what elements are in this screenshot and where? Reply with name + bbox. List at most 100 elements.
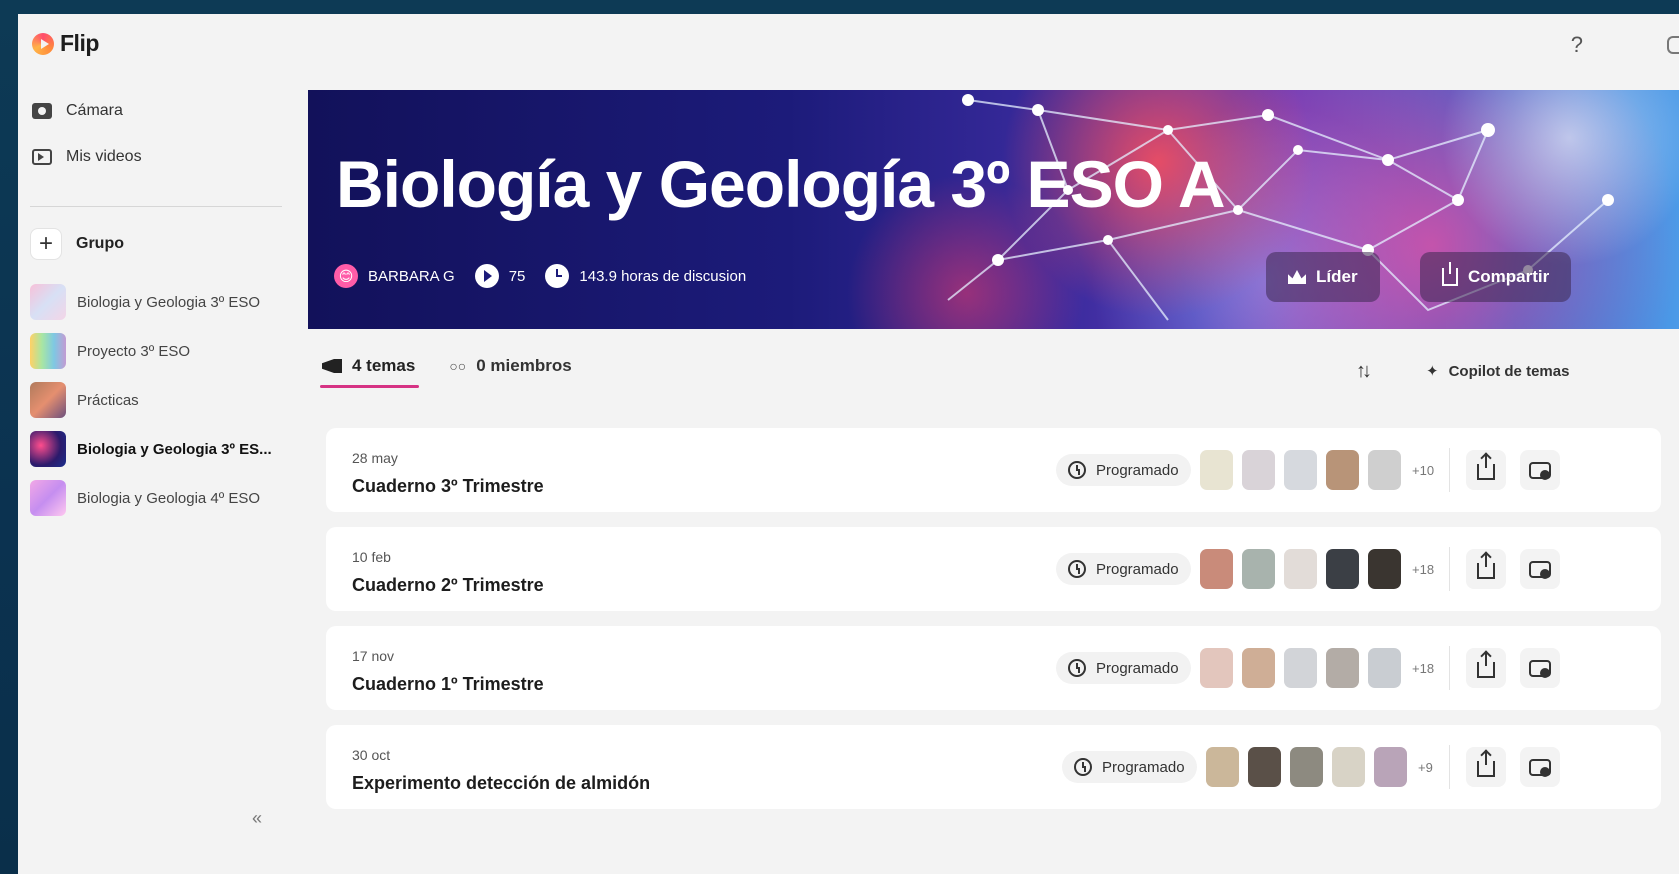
video-thumbnail[interactable] <box>1368 450 1401 490</box>
video-thumbnail[interactable] <box>1368 549 1401 589</box>
sort-button[interactable]: ↑↓ <box>1356 360 1372 383</box>
divider <box>1449 646 1450 690</box>
tab-members[interactable]: ○○ 0 miembros <box>449 356 571 386</box>
plus-icon: + <box>30 228 62 260</box>
video-thumbnail[interactable] <box>1200 450 1233 490</box>
record-video-button[interactable] <box>1520 747 1560 787</box>
status-label: Programado <box>1096 461 1179 479</box>
record-video-button[interactable] <box>1520 549 1560 589</box>
people-icon: ○○ <box>449 358 467 374</box>
topic-card[interactable]: 28 may Cuaderno 3º Trimestre Programado … <box>326 428 1661 512</box>
status-badge: Programado <box>1062 751 1197 783</box>
divider <box>1449 745 1450 789</box>
group-thumbnail <box>30 431 66 467</box>
sidebar-item-label: Mis videos <box>66 148 142 165</box>
sidebar-item-my-videos[interactable]: Mis videos <box>32 148 142 166</box>
group-name: Prácticas <box>77 391 139 409</box>
owner-avatar-icon: 😊 <box>334 264 358 288</box>
status-badge: Programado <box>1056 652 1191 684</box>
group-thumbnail <box>30 333 66 369</box>
topic-card[interactable]: 10 feb Cuaderno 2º Trimestre Programado … <box>326 527 1661 611</box>
group-thumbnail <box>30 382 66 418</box>
sidebar-item-camera[interactable]: Cámara <box>32 102 123 120</box>
help-button[interactable]: ? <box>1571 32 1583 58</box>
tab-topics-label: 4 temas <box>352 356 416 375</box>
topic-title: Cuaderno 2º Trimestre <box>352 575 544 595</box>
megaphone-icon <box>322 359 342 373</box>
topic-date: 10 feb <box>352 549 391 565</box>
video-thumbnail[interactable] <box>1284 648 1317 688</box>
video-thumbnail[interactable] <box>1242 549 1275 589</box>
sidebar-group-item[interactable]: Biologia y Geologia 3º ESO <box>26 280 298 324</box>
share-topic-button[interactable] <box>1466 648 1506 688</box>
video-thumbnail[interactable] <box>1326 450 1359 490</box>
video-thumbnail[interactable] <box>1284 549 1317 589</box>
upload-icon <box>1477 455 1495 480</box>
discussion-hours-value: 143.9 horas de discusion <box>579 267 747 285</box>
copilot-label: Copilot de temas <box>1448 362 1570 380</box>
camera-plus-icon <box>1529 560 1551 579</box>
topic-title: Cuaderno 3º Trimestre <box>352 476 544 496</box>
video-thumbnail[interactable] <box>1332 747 1365 787</box>
video-thumbnail[interactable] <box>1206 747 1239 787</box>
upload-icon <box>1477 554 1495 579</box>
discussion-hours: 143.9 horas de discusion <box>545 264 746 288</box>
video-thumbnail[interactable] <box>1200 648 1233 688</box>
topic-card[interactable]: 30 oct Experimento detección de almidón … <box>326 725 1661 809</box>
topic-date: 28 may <box>352 450 398 466</box>
sidebar-group-item[interactable]: Prácticas <box>26 378 298 422</box>
video-thumbnail[interactable] <box>1242 648 1275 688</box>
tab-topics[interactable]: 4 temas <box>319 356 420 388</box>
topic-copilot-button[interactable]: ✦ Copilot de temas <box>1426 362 1570 381</box>
video-thumbnail[interactable] <box>1284 450 1317 490</box>
record-video-button[interactable] <box>1520 648 1560 688</box>
video-thumbnail[interactable] <box>1242 450 1275 490</box>
sidebar-group-item[interactable]: Proyecto 3º ESO <box>26 329 298 373</box>
record-video-button[interactable] <box>1520 450 1560 490</box>
share-topic-button[interactable] <box>1466 450 1506 490</box>
sidebar-divider <box>30 206 282 207</box>
status-label: Programado <box>1096 659 1179 677</box>
video-thumbnail[interactable] <box>1248 747 1281 787</box>
app-window: Flip ? Cámara Mis videos + Grupo Biologi… <box>18 14 1679 874</box>
owner-name: BARBARA G <box>368 267 455 285</box>
group-thumbnail <box>30 284 66 320</box>
flip-logo[interactable]: Flip <box>32 30 99 57</box>
add-group-button[interactable]: + Grupo <box>30 228 124 260</box>
video-thumbnail[interactable] <box>1200 549 1233 589</box>
video-thumbnail[interactable] <box>1326 648 1359 688</box>
notifications-icon[interactable] <box>1667 36 1679 54</box>
status-badge: Programado <box>1056 553 1191 585</box>
group-owner[interactable]: 😊 BARBARA G <box>334 264 455 288</box>
collapse-sidebar-button[interactable]: « <box>252 808 262 829</box>
share-button[interactable]: Compartir <box>1420 252 1572 302</box>
group-title: Biología y Geología 3º ESO A <box>336 147 1225 221</box>
divider <box>1449 547 1450 591</box>
sidebar-group-item[interactable]: Biologia y Geologia 4º ESO <box>26 476 298 520</box>
sidebar-group-item-active[interactable]: Biologia y Geologia 3º ES... <box>26 427 298 471</box>
topic-date: 17 nov <box>352 648 395 664</box>
group-name: Biologia y Geologia 4º ESO <box>77 489 261 507</box>
video-thumbnails: +10 <box>1200 450 1434 490</box>
sidebar: Cámara Mis videos + Grupo Biologia y Geo… <box>18 80 308 874</box>
clock-icon <box>1068 560 1086 578</box>
topic-title: Cuaderno 1º Trimestre <box>352 674 544 694</box>
video-thumbnail[interactable] <box>1326 549 1359 589</box>
top-bar: Flip ? <box>18 14 1679 80</box>
group-name: Biologia y Geologia 3º ESO <box>77 293 261 311</box>
more-videos-count: +18 <box>1412 561 1435 577</box>
video-thumbnail[interactable] <box>1374 747 1407 787</box>
video-thumbnail[interactable] <box>1290 747 1323 787</box>
clock-icon <box>1068 461 1086 479</box>
share-topic-button[interactable] <box>1466 549 1506 589</box>
more-videos-count: +18 <box>1412 660 1435 676</box>
video-count-value: 75 <box>508 267 526 285</box>
video-thumbnail[interactable] <box>1368 648 1401 688</box>
lead-button[interactable]: Líder <box>1266 252 1380 302</box>
topic-card[interactable]: 17 nov Cuaderno 1º Trimestre Programado … <box>326 626 1661 710</box>
share-topic-button[interactable] <box>1466 747 1506 787</box>
group-banner: Biología y Geología 3º ESO A 😊 BARBARA G… <box>308 90 1679 329</box>
video-thumbnails: +9 <box>1206 747 1433 787</box>
clock-icon <box>545 264 570 288</box>
clock-icon <box>1068 659 1086 677</box>
